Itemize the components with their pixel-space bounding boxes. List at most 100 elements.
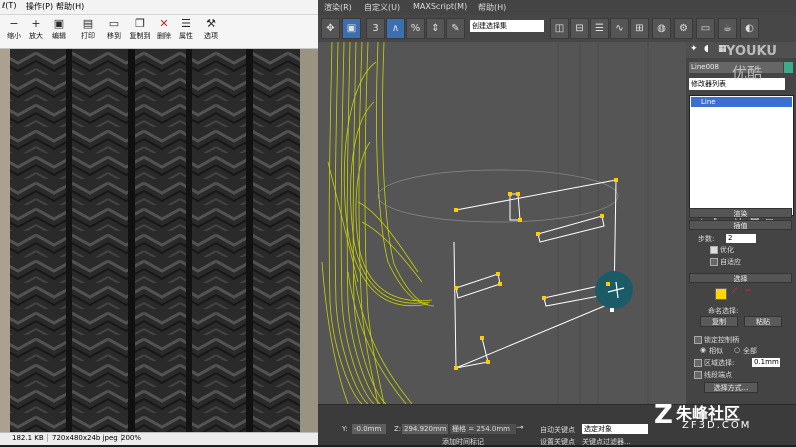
named-selection-label: 命名选择: (708, 307, 739, 315)
angle-snap-icon[interactable]: ∧ (386, 18, 405, 39)
quick-render-icon[interactable]: ☕ (718, 18, 737, 39)
menu-tools[interactable]: ℓ(T) (2, 1, 16, 10)
interpolation-rollout-header[interactable]: 插值 (689, 220, 792, 230)
youku-logo: YOUKU (726, 44, 777, 59)
render-production-icon[interactable]: ◐ (740, 18, 759, 39)
image-viewer-window: ℓ(T) 操作(P) 帮助(H) − 缩小 + 放大 ▣ 编辑 ▤ 打印 ▭ 移到 ❐ 复制… (0, 0, 318, 445)
tire-tread-photo (0, 49, 318, 432)
selected-object-dropdown[interactable]: 选定对象 (582, 424, 648, 434)
z-label: Z: (394, 425, 402, 433)
lock-handles-checkbox[interactable] (694, 336, 702, 344)
steps-label: 步数: (698, 235, 715, 243)
render-frame-icon[interactable]: ▭ (696, 18, 715, 39)
image-info: 720x480x24b jpeg (52, 434, 122, 442)
viewer-statusbar: 182.1 KB 720x480x24b jpeg 200% (0, 432, 318, 445)
max-window: 渲染(R) 自定义(U) MAXScript(M) 帮助(H) ✥ ▣ 3 ∧ … (318, 0, 796, 447)
copy-button[interactable]: 复制 (700, 316, 738, 327)
layer-manager-icon[interactable]: ☰ (590, 18, 609, 39)
auto-key-button[interactable]: 自动关键点 (540, 425, 575, 435)
similar-label: 相似 (709, 347, 723, 355)
paste-button[interactable]: 粘贴 (744, 316, 782, 327)
edit-button[interactable]: ▣ 编辑 (47, 17, 71, 46)
similar-radio-icon[interactable]: ◉ (700, 346, 706, 354)
move-to-icon: ▭ (108, 17, 120, 30)
key-filters-button[interactable]: 关键点过滤器... (582, 437, 631, 447)
print-button[interactable]: ▤ 打印 (76, 17, 100, 46)
vertex-mode-icon[interactable] (715, 288, 727, 300)
select-by-button[interactable]: 选择方式... (704, 382, 758, 393)
delete-icon: ✕ (159, 17, 169, 30)
adaptive-label: 自适应 (720, 258, 741, 266)
youku-cn-text: 优酷 (732, 64, 763, 82)
steps-spinner[interactable]: 2 (726, 234, 756, 243)
properties-icon: ☰ (181, 17, 191, 30)
grid-size-display: 栅格 = 254.0mm (450, 424, 516, 434)
y-label: Y: (342, 425, 348, 433)
move-to-button[interactable]: ▭ 移到 (102, 17, 126, 46)
area-selection-checkbox[interactable] (694, 359, 702, 367)
menu-maxscript[interactable]: MAXScript(M) (413, 2, 467, 11)
options-button[interactable]: ⚒ 选项 (199, 17, 223, 46)
optimize-checkbox[interactable] (710, 246, 718, 254)
max-main-toolbar: ✥ ▣ 3 ∧ % ⇕ ✎ 创建选择集 ◫ ⊟ ☰ ∿ ⊞ ◍ ⚙ ▭ ☕ ◐ (318, 15, 796, 43)
properties-button[interactable]: ☰ 属性 (174, 17, 198, 46)
selection-rollout-header[interactable]: 选择 (689, 273, 792, 283)
spinner-snap-icon[interactable]: ⇕ (426, 18, 445, 39)
stack-item-line[interactable]: Line (691, 97, 792, 107)
viewer-toolbar: − 缩小 + 放大 ▣ 编辑 ▤ 打印 ▭ 移到 ❐ 复制到 ✕ 删除 ☰ 属性 ⚒ 选项 (0, 15, 318, 49)
create-tab-icon[interactable]: ✦ (690, 44, 698, 54)
schematic-icon[interactable]: ⊞ (630, 18, 649, 39)
delete-button[interactable]: ✕ 删除 (152, 17, 176, 46)
render-setup-icon[interactable]: ⚙ (674, 18, 693, 39)
max-menubar: 渲染(R) 自定义(U) MAXScript(M) 帮助(H) (318, 0, 796, 15)
adaptive-checkbox[interactable] (710, 258, 718, 266)
area-selection-spinner[interactable]: 0.1mm (752, 358, 780, 367)
rendering-rollout-header[interactable]: 渲染 (689, 208, 792, 218)
all-label: 全部 (743, 347, 757, 355)
y-coordinate-field[interactable]: -0.0mm (352, 424, 386, 434)
menu-operation[interactable]: 操作(P) (26, 1, 53, 12)
segment-end-checkbox[interactable] (694, 371, 702, 379)
key-icon[interactable]: ⊸ (516, 423, 524, 433)
youku-watermark: YOUKU 优酷 (726, 44, 786, 86)
all-radio-icon[interactable]: ○ (734, 346, 740, 354)
snap-3-icon[interactable]: 3 (366, 18, 385, 39)
zf-url-text: ZF3D.COM (682, 420, 752, 431)
copy-to-icon: ❐ (135, 17, 145, 30)
menu-customize[interactable]: 自定义(U) (364, 2, 400, 13)
z-coordinate-field[interactable]: 294.920mm (402, 424, 448, 434)
set-key-button[interactable]: 设置关键点 (540, 437, 575, 447)
modifier-stack[interactable]: Line (689, 95, 794, 216)
edit-named-selection-icon[interactable]: ✎ (446, 18, 465, 39)
zf3d-watermark: Z 朱峰社区 ZF3D.COM (654, 394, 794, 440)
viewer-menubar: ℓ(T) 操作(P) 帮助(H) (0, 0, 318, 15)
copy-to-button[interactable]: ❐ 复制到 (128, 17, 152, 46)
zoom-level: 200% (121, 434, 142, 442)
save-icon: ▣ (53, 17, 65, 30)
perspective-viewport[interactable] (318, 42, 686, 404)
zf-logo-icon: Z (654, 400, 673, 430)
segment-mode-icon[interactable]: ⟋ (731, 287, 737, 297)
print-icon: ▤ (82, 17, 94, 30)
menu-render[interactable]: 渲染(R) (324, 2, 352, 13)
mirror-icon[interactable]: ◫ (550, 18, 569, 39)
segment-end-label: 线段端点 (704, 371, 732, 379)
spline-mode-icon[interactable]: ∽ (744, 286, 752, 296)
modify-tab-icon[interactable]: ◖ (704, 44, 709, 54)
percent-snap-icon[interactable]: % (406, 18, 425, 39)
move-icon[interactable]: ✥ (321, 18, 340, 39)
area-selection-label: 区域选择: (704, 359, 735, 367)
file-size: 182.1 KB (12, 434, 48, 442)
named-selection-set-dropdown[interactable]: 创建选择集 (470, 20, 544, 32)
curve-editor-icon[interactable]: ∿ (610, 18, 629, 39)
menu-help[interactable]: 帮助(H) (478, 2, 506, 13)
align-icon[interactable]: ⊟ (570, 18, 589, 39)
zoom-in-icon: + (31, 17, 41, 30)
add-time-tag-button[interactable]: 添加时间标记 (442, 437, 484, 447)
zoom-out-button[interactable]: − 缩小 (2, 17, 26, 46)
menu-help[interactable]: 帮助(H) (56, 1, 84, 12)
material-editor-icon[interactable]: ◍ (652, 18, 671, 39)
zoom-in-button[interactable]: + 放大 (24, 17, 48, 46)
select-region-icon[interactable]: ▣ (342, 18, 361, 39)
command-panel: ✦ ◖ ▦ Line008 修改器列表 Line ⊣ ‖ ∀ 🗑 ▤ 渲染 插值… (686, 42, 796, 404)
